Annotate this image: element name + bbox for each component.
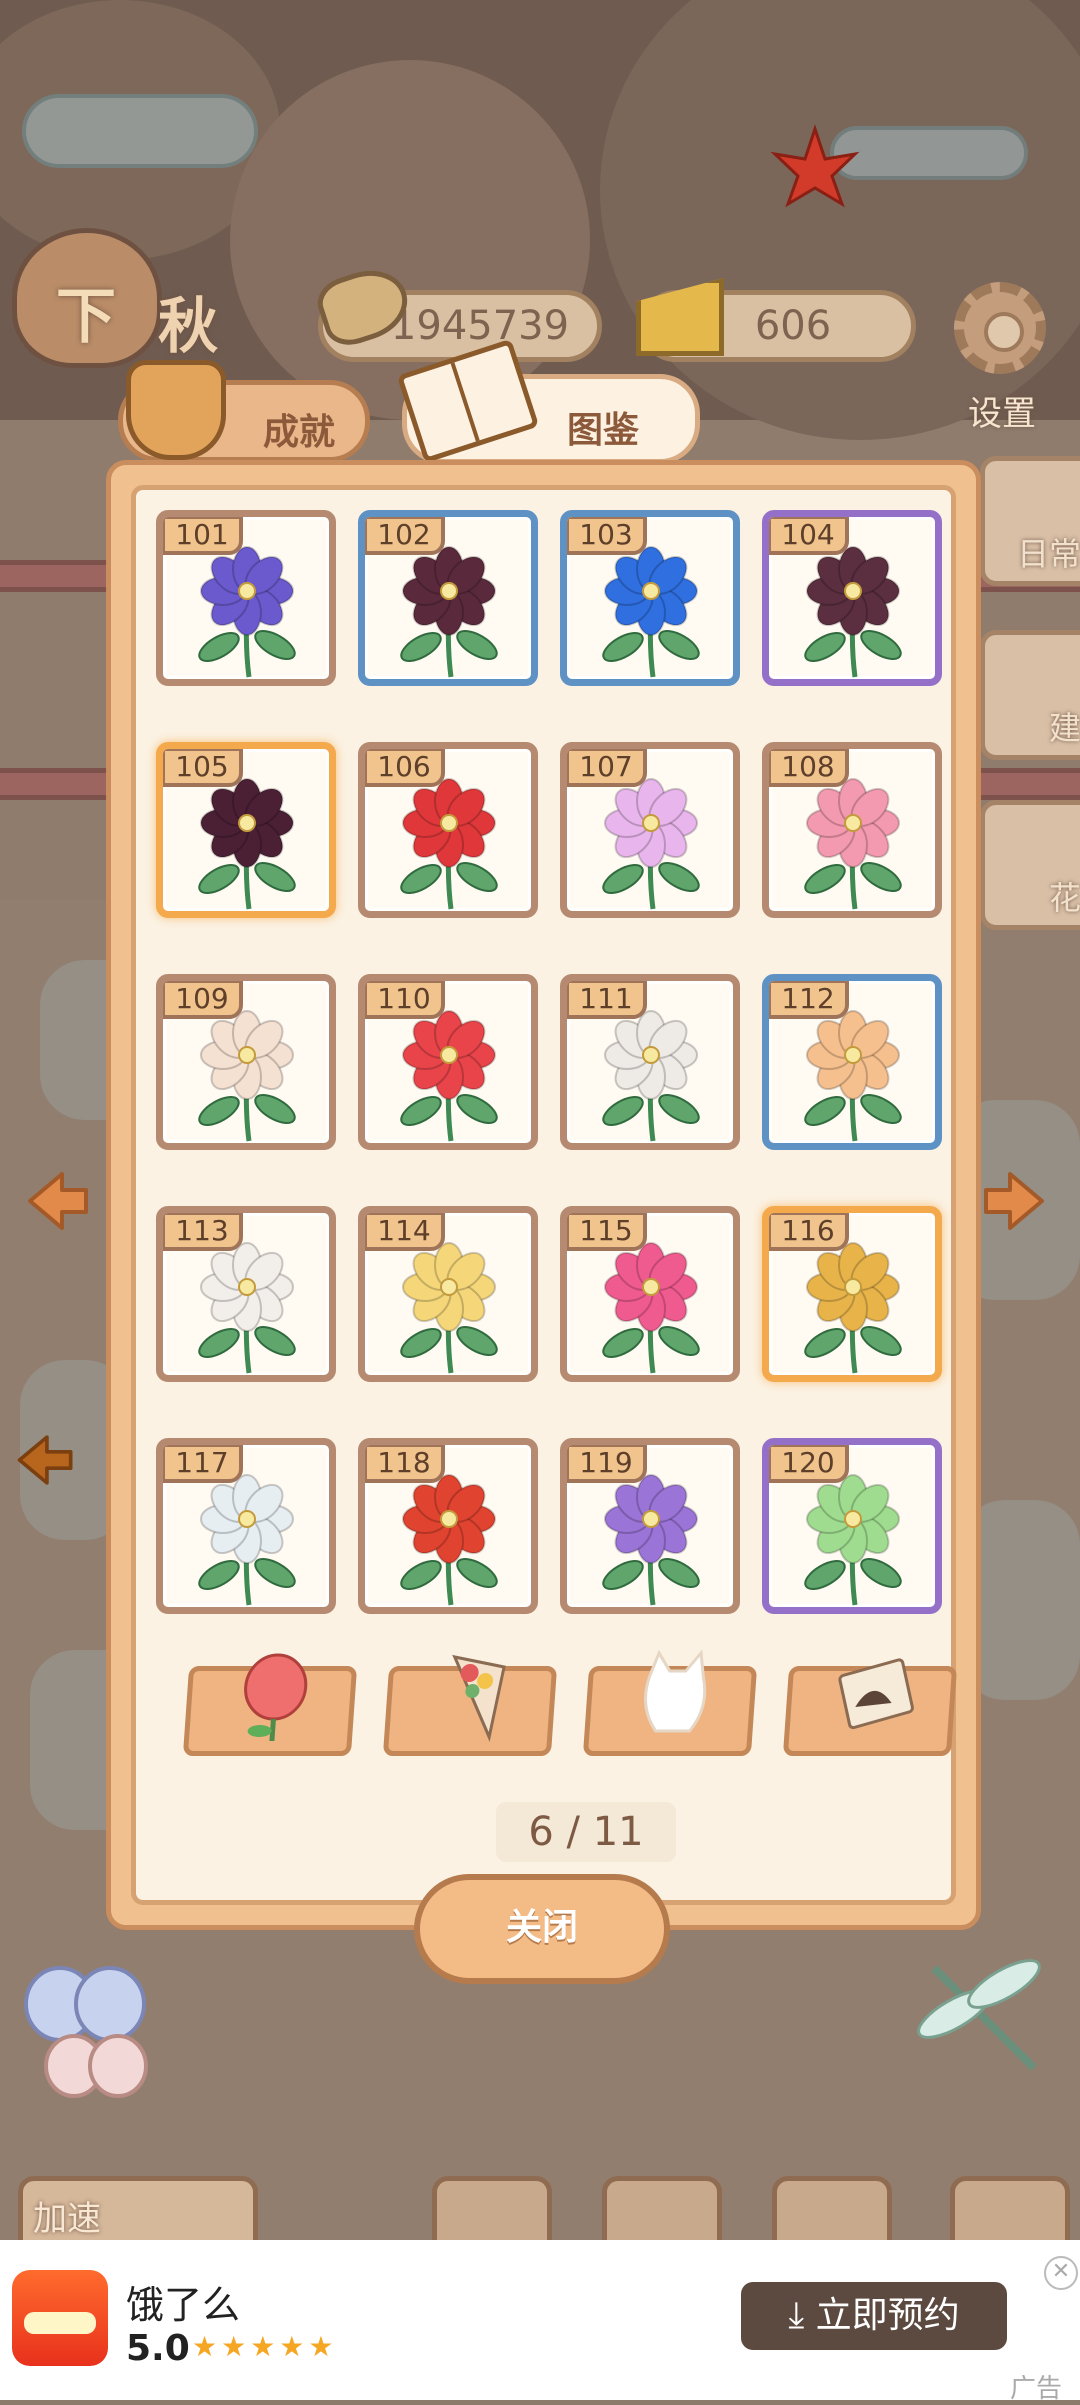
flower-number: 109 [163, 981, 243, 1019]
encyclopedia-panel-inner: 101 102 103 104 105 106 107 108 109 110 111 112 113 1… [131, 485, 958, 1905]
encyclopedia-panel: 101 102 103 104 105 106 107 108 109 110 111 112 113 1… [106, 460, 981, 1930]
flower-card[interactable]: 120 [762, 1438, 942, 1614]
flower-number: 117 [163, 1445, 243, 1483]
close-button[interactable]: 关闭 [414, 1874, 670, 1984]
cat-silhouette-icon [644, 1649, 707, 1733]
flower-card[interactable]: 106 [358, 742, 538, 918]
gear-icon [954, 282, 1046, 374]
flower-card[interactable]: 119 [560, 1438, 740, 1614]
flower-number: 119 [567, 1445, 647, 1483]
flower-card[interactable]: 102 [358, 510, 538, 686]
category-photos-button[interactable] [782, 1658, 958, 1756]
flower-number: 111 [567, 981, 647, 1019]
tab-encyclopedia-label: 图鉴 [567, 410, 640, 451]
flower-card[interactable]: 103 [560, 510, 740, 686]
ad-close-icon[interactable]: ✕ [1044, 2256, 1078, 2290]
trophy-icon [126, 360, 226, 460]
dragonfly-icon [917, 1959, 1041, 2071]
flower-card[interactable]: 101 [156, 510, 336, 686]
flower-number: 110 [365, 981, 445, 1019]
download-icon: ⤓ [788, 2295, 816, 2336]
flower-number: 112 [769, 981, 849, 1019]
flower-card[interactable]: 113 [156, 1206, 336, 1382]
flower-number: 108 [769, 749, 849, 787]
flower-card[interactable]: 108 [762, 742, 942, 918]
settings-label: 设置 [968, 394, 1036, 434]
settings-button[interactable]: 设置 [950, 282, 1054, 434]
side-label-flower: 花 [1048, 879, 1080, 917]
side-button-flower[interactable]: 花 [980, 800, 1080, 930]
butterfly-icon [24, 1966, 148, 2098]
flower-card[interactable]: 104 [762, 510, 942, 686]
flower-number: 101 [163, 517, 243, 555]
flower-icon [244, 1653, 308, 1741]
flower-card[interactable]: 118 [358, 1438, 538, 1614]
flower-card[interactable]: 109 [156, 974, 336, 1150]
flower-card[interactable]: 111 [560, 974, 740, 1150]
ad-stars: ★★★★★ [192, 2330, 338, 2363]
flower-card[interactable]: 105 [156, 742, 336, 918]
flower-number: 114 [365, 1213, 445, 1251]
maple-leaf-icon [770, 124, 860, 208]
flower-card[interactable]: 116 [762, 1206, 942, 1382]
flower-card[interactable]: 112 [762, 974, 942, 1150]
flower-number: 115 [567, 1213, 647, 1251]
flower-number: 105 [163, 749, 243, 787]
season-day: 下 [56, 282, 116, 352]
flower-number: 113 [163, 1213, 243, 1251]
flower-card[interactable]: 110 [358, 974, 538, 1150]
flower-card[interactable]: 117 [156, 1438, 336, 1614]
page-indicator: 6 / 11 [496, 1802, 676, 1862]
flower-number: 107 [567, 749, 647, 787]
ad-cta-label: 立即预约 [815, 2295, 960, 2336]
category-flowers-button[interactable] [182, 1653, 358, 1756]
flower-number: 116 [769, 1213, 849, 1251]
category-row [182, 1649, 966, 1762]
flower-card[interactable]: 115 [560, 1206, 740, 1382]
ad-cta-button[interactable]: ⤓ 立即预约 [741, 2282, 1007, 2350]
flower-grid: 101 102 103 104 105 106 107 108 109 110 111 112 113 1… [156, 510, 946, 1630]
cloud-left [22, 94, 258, 168]
flower-number: 120 [769, 1445, 849, 1483]
next-page-arrow-icon[interactable] [980, 1166, 1050, 1236]
photo-icon [838, 1658, 914, 1730]
season-name: 秋 [158, 292, 218, 362]
flower-number: 118 [365, 1445, 445, 1483]
app-icon [12, 2270, 108, 2366]
ad-tag: 广告 [1010, 2374, 1063, 2404]
accelerate-label: 加速 [33, 2199, 101, 2239]
flower-card[interactable]: 114 [358, 1206, 538, 1382]
category-cats-button[interactable] [582, 1649, 758, 1756]
ad-app-name: 饿了么 [126, 2283, 241, 2327]
bouquet-icon [452, 1654, 506, 1742]
back-arrow-icon[interactable] [14, 1428, 78, 1492]
ad-rating: 5.0 [126, 2328, 190, 2369]
season-badge: 下 秋 [8, 228, 243, 368]
side-button-daily[interactable]: 日常 [980, 456, 1080, 586]
side-button-build[interactable]: 建 [980, 630, 1080, 760]
flower-card[interactable]: 107 [560, 742, 740, 918]
ad-banner[interactable]: 饿了么 5.0 ★★★★★ ⤓ 立即预约 ✕ 广告 [0, 2240, 1080, 2404]
flower-number: 102 [365, 517, 445, 555]
flower-number: 106 [365, 749, 445, 787]
side-label-daily: 日常 [1016, 535, 1080, 573]
flower-number: 103 [567, 517, 647, 555]
category-bouquet-button[interactable] [382, 1654, 558, 1756]
tab-achievements-label: 成就 [263, 412, 336, 453]
prev-page-arrow-icon[interactable] [22, 1166, 92, 1236]
flower-number: 104 [769, 517, 849, 555]
side-label-build: 建 [1048, 709, 1080, 747]
